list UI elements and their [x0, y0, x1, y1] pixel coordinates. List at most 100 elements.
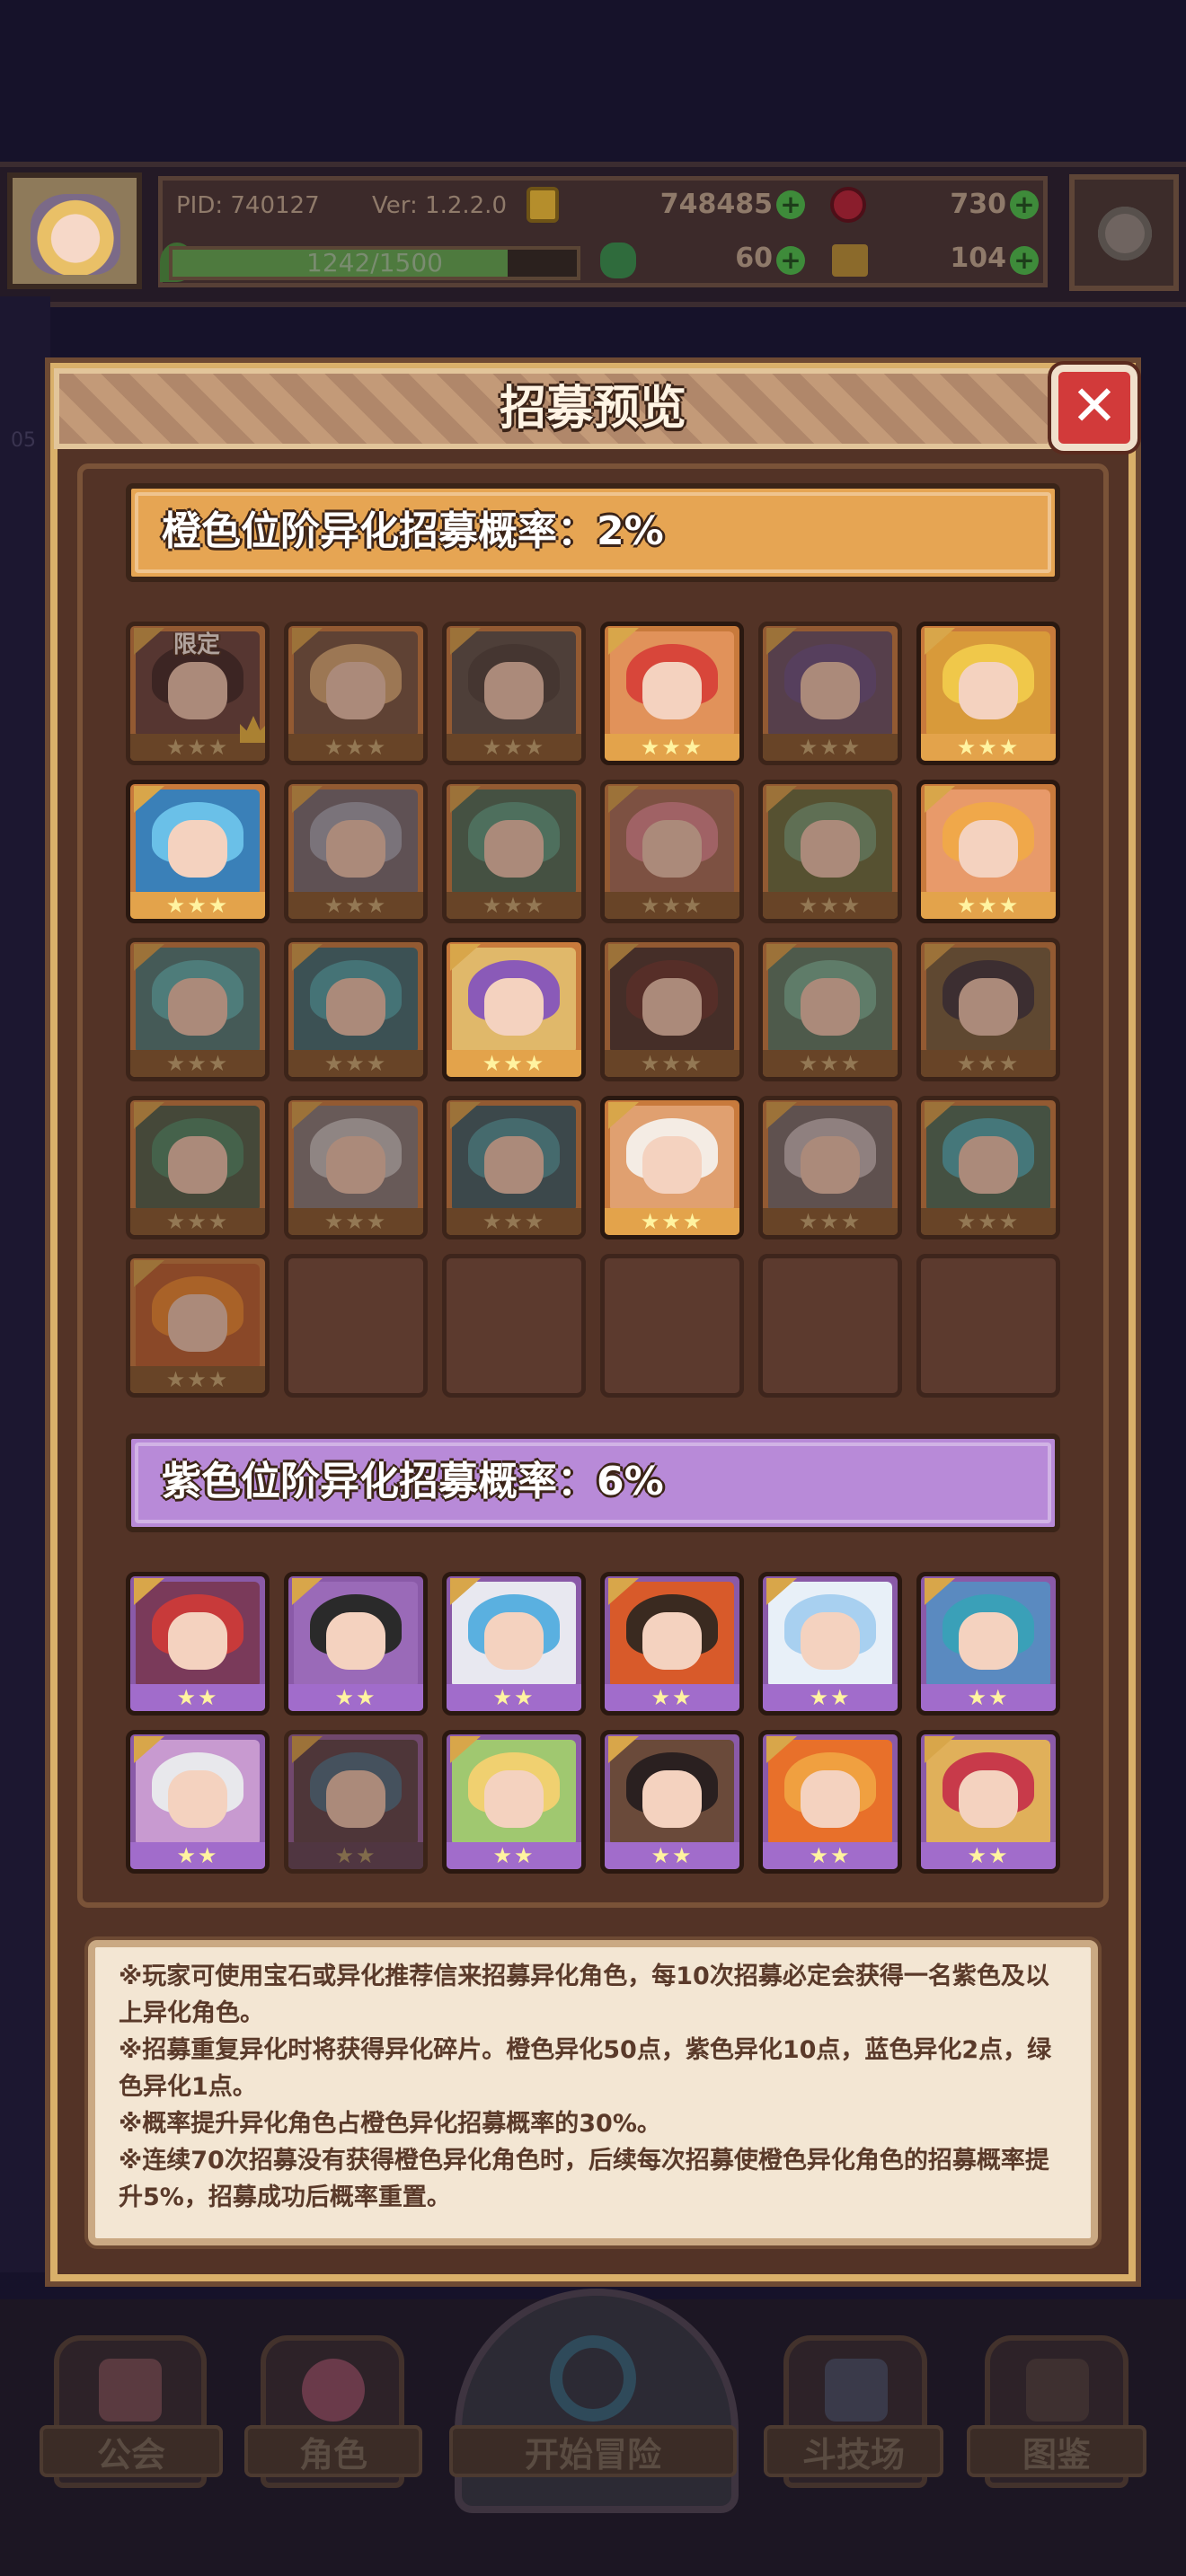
character-face [326, 1612, 385, 1670]
purple-character-card[interactable]: ★★ [600, 1572, 744, 1716]
purple-character-card[interactable]: ★★ [916, 1572, 1060, 1716]
character-face [801, 820, 860, 878]
add-key-plus-icon[interactable]: + [1010, 246, 1039, 275]
purple-character-card[interactable]: ★★ [442, 1572, 586, 1716]
orange-character-card[interactable]: ★★★ [284, 938, 428, 1081]
purple-character-card[interactable]: ★★ [284, 1572, 428, 1716]
clover-icon [600, 243, 636, 278]
codex-book-icon [1026, 2359, 1089, 2422]
empty-slot [600, 1254, 744, 1398]
star-rating: ★★★ [447, 892, 581, 919]
purple-character-card[interactable]: ★★ [758, 1730, 902, 1874]
orange-character-card[interactable]: ★★★ [758, 938, 902, 1081]
star-rating: ★★ [130, 1684, 265, 1711]
character-face [642, 1612, 702, 1670]
player-avatar[interactable] [7, 172, 142, 289]
purple-character-card[interactable]: ★★ [442, 1730, 586, 1874]
orange-character-card[interactable]: ★★★ 限定 [126, 622, 270, 765]
add-gold-plus-icon[interactable]: + [776, 190, 805, 219]
orange-character-card[interactable]: ★★★ [284, 1096, 428, 1239]
note-line: 上异化角色。 [119, 1999, 264, 2027]
orange-character-card[interactable]: ★★★ [916, 780, 1060, 923]
character-face [959, 820, 1018, 878]
orange-character-card[interactable]: ★★★ [600, 938, 744, 1081]
purple-character-card[interactable]: ★★ [916, 1730, 1060, 1874]
modal-title: 招募预览 [499, 382, 686, 436]
star-rating: ★★★ [921, 892, 1056, 919]
add-gem-plus-icon[interactable]: + [1010, 190, 1039, 219]
background-strip [0, 296, 50, 2272]
orange-character-card[interactable]: ★★★ [916, 1096, 1060, 1239]
star-rating: ★★ [763, 1842, 898, 1869]
orange-character-card[interactable]: ★★★ [126, 780, 270, 923]
nav-adventure-label[interactable]: 开始冒险 [449, 2425, 737, 2477]
orange-character-card[interactable]: ★★★ [284, 622, 428, 765]
note-line: ※概率提升异化角色占橙色异化招募概率的30%。 [119, 2110, 661, 2138]
character-face [168, 1136, 227, 1194]
nav-characters-label[interactable]: 角色 [244, 2425, 422, 2477]
orange-character-card[interactable]: ★★★ [442, 780, 586, 923]
star-rating: ★★★ [605, 1208, 739, 1235]
purple-character-card[interactable]: ★★ [758, 1572, 902, 1716]
character-portrait [610, 790, 734, 895]
orange-character-card[interactable]: ★★★ [442, 938, 586, 1081]
orange-character-card[interactable]: ★★★ [916, 938, 1060, 1081]
key-amount: 104 [950, 243, 1006, 274]
gold-amount: 748485 [659, 189, 773, 220]
orange-character-card[interactable]: ★★★ [758, 622, 902, 765]
star-rating: ★★ [288, 1684, 423, 1711]
purple-character-card[interactable]: ★★ [600, 1730, 744, 1874]
orange-character-card[interactable]: ★★★ [916, 622, 1060, 765]
character-face [642, 820, 702, 878]
star-rating: ★★ [447, 1842, 581, 1869]
game-version: Ver: 1.2.2.0 [372, 192, 507, 219]
note-line: 色异化1点。 [119, 2073, 257, 2101]
empty-slot [758, 1254, 902, 1398]
orange-character-card[interactable]: ★★★ [758, 780, 902, 923]
crossed-swords-icon [825, 2359, 888, 2422]
character-portrait [926, 948, 1050, 1054]
star-rating: ★★★ [921, 734, 1056, 761]
orange-character-card[interactable]: ★★★ [442, 622, 586, 765]
character-portrait [452, 631, 576, 737]
character-portrait [294, 631, 418, 737]
star-rating: ★★★ [605, 1050, 739, 1077]
orange-character-card[interactable]: ★★★ [600, 622, 744, 765]
orange-character-card[interactable]: ★★★ [126, 1254, 270, 1398]
character-portrait [926, 1740, 1050, 1846]
star-rating: ★★ [921, 1842, 1056, 1869]
nav-codex-label[interactable]: 图鉴 [967, 2425, 1146, 2477]
character-face [168, 820, 227, 878]
star-rating: ★★★ [763, 734, 898, 761]
orange-character-card[interactable]: ★★★ [126, 938, 270, 1081]
character-face [326, 978, 385, 1036]
orange-character-card[interactable]: ★★★ [758, 1096, 902, 1239]
add-clover-plus-icon[interactable]: + [776, 246, 805, 275]
nav-guild-label[interactable]: 公会 [40, 2425, 223, 2477]
orange-character-card[interactable]: ★★★ [284, 780, 428, 923]
orange-character-card[interactable]: ★★★ [442, 1096, 586, 1239]
orange-character-card[interactable]: ★★★ [126, 1096, 270, 1239]
purple-character-card[interactable]: ★★ [284, 1730, 428, 1874]
purple-character-card[interactable]: ★★ [126, 1572, 270, 1716]
character-portrait [136, 1582, 260, 1688]
settings-button[interactable] [1069, 174, 1179, 291]
close-button[interactable]: ✕ [1051, 365, 1137, 451]
character-portrait [136, 1740, 260, 1846]
character-face [168, 662, 227, 719]
star-rating: ★★ [288, 1842, 423, 1869]
star-rating: ★★★ [130, 892, 265, 919]
empty-slot [284, 1254, 428, 1398]
character-portrait [610, 948, 734, 1054]
gem-icon [830, 187, 866, 223]
purple-character-card[interactable]: ★★ [126, 1730, 270, 1874]
character-portrait [768, 1582, 892, 1688]
recruit-rules-notes: ※玩家可使用宝石或异化推荐信来招募异化角色，每10次招募必定会获得一名紫色及以 … [88, 1940, 1098, 2245]
orange-character-card[interactable]: ★★★ [600, 780, 744, 923]
character-portrait [294, 1106, 418, 1212]
orange-character-card[interactable]: ★★★ [600, 1096, 744, 1239]
star-rating: ★★★ [921, 1050, 1056, 1077]
character-portrait [136, 1106, 260, 1212]
character-face [642, 1136, 702, 1194]
nav-arena-label[interactable]: 斗技场 [764, 2425, 943, 2477]
